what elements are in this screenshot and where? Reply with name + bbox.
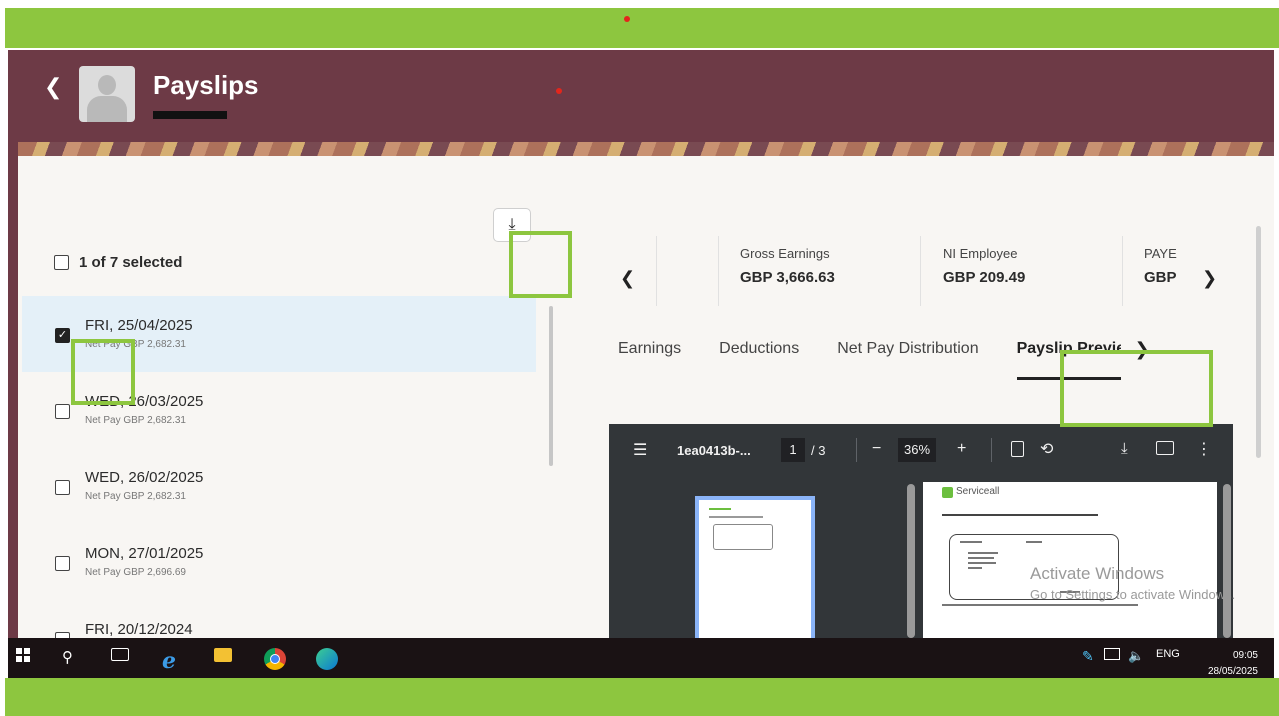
- page-title: Payslips: [153, 70, 259, 100]
- clock-date: 28/05/2025: [1207, 666, 1258, 677]
- row-checkbox[interactable]: [55, 404, 70, 419]
- thumbnail-scrollbar[interactable]: [907, 484, 915, 638]
- windows-start-icon[interactable]: [16, 648, 30, 662]
- summary-value: GBP 209.49: [943, 269, 1026, 286]
- payslip-row[interactable]: FRI, 20/12/2024: [22, 600, 536, 638]
- pdf-toolbar: ☰ 1ea0413b-... 1 / 3 − 36% + ⟲ ⤓ ⋮: [609, 424, 1233, 480]
- pdf-viewer: ☰ 1ea0413b-... 1 / 3 − 36% + ⟲ ⤓ ⋮ Servi…: [609, 424, 1233, 638]
- page-thumbnail[interactable]: [695, 496, 815, 638]
- pdf-page: Serviceall: [923, 482, 1217, 638]
- document-scrollbar[interactable]: [1223, 484, 1231, 638]
- row-checkbox[interactable]: [55, 556, 70, 571]
- summary-paye: PAYE GBP: [1144, 246, 1177, 286]
- edge-icon[interactable]: [316, 648, 338, 670]
- payslip-date: FRI, 25/04/2025: [85, 317, 193, 334]
- summary-ni-employee: NI Employee GBP 209.49: [943, 246, 1025, 286]
- pdf-thumbnail-pane: 1: [609, 480, 901, 638]
- fit-page-icon[interactable]: [1011, 441, 1024, 457]
- divider: [718, 236, 719, 306]
- rotate-icon[interactable]: ⟲: [1040, 439, 1053, 459]
- chevron-left-icon[interactable]: ❮: [620, 268, 635, 289]
- watermark-subtitle: Go to Settings to activate Windows.: [1030, 587, 1236, 602]
- payslip-row[interactable]: MON, 27/01/2025 Net Pay GBP 2,696.69: [22, 524, 536, 600]
- menu-icon[interactable]: ☰: [633, 440, 647, 460]
- file-explorer-icon[interactable]: [214, 648, 232, 662]
- tab-earnings[interactable]: Earnings: [618, 332, 681, 380]
- payslip-net-pay: Net Pay GBP 2,696.69: [85, 567, 186, 578]
- divider: [656, 236, 657, 306]
- detail-scrollbar[interactable]: [1256, 226, 1261, 458]
- zoom-out-icon[interactable]: −: [872, 440, 881, 458]
- summary-label: PAYE: [1144, 246, 1177, 261]
- selection-count: 1 of 7 selected: [79, 254, 183, 271]
- network-icon[interactable]: [1104, 648, 1120, 660]
- payslip-date: FRI, 20/12/2024: [85, 621, 193, 638]
- print-icon[interactable]: [1156, 441, 1174, 455]
- download-icon[interactable]: ⤓: [1121, 440, 1128, 457]
- divider: [1122, 236, 1123, 306]
- red-marker-header: [556, 88, 562, 94]
- tab-deductions[interactable]: Deductions: [719, 332, 799, 380]
- row-checkbox[interactable]: ✓: [55, 328, 70, 343]
- zoom-in-icon[interactable]: +: [957, 440, 966, 458]
- highlight-box-checkbox: [71, 339, 135, 405]
- pen-icon[interactable]: ✎: [1082, 648, 1094, 665]
- summary-value: GBP: [1144, 269, 1177, 286]
- pdf-filename: 1ea0413b-...: [677, 443, 751, 458]
- company-logo-text: Serviceall: [956, 486, 1000, 497]
- payslip-net-pay: Net Pay GBP 2,682.31: [85, 415, 186, 426]
- row-checkbox[interactable]: [55, 480, 70, 495]
- chevron-right-icon[interactable]: ❯: [1202, 268, 1217, 289]
- bottom-green-band: [5, 678, 1279, 716]
- zoom-level-input[interactable]: 36%: [898, 438, 936, 462]
- select-all-row[interactable]: 1 of 7 selected: [54, 254, 182, 271]
- chrome-icon[interactable]: [264, 648, 286, 670]
- summary-label: NI Employee: [943, 246, 1018, 261]
- more-options-icon[interactable]: ⋮: [1196, 439, 1212, 459]
- highlight-box-download: [509, 231, 572, 298]
- toolbar-divider: [991, 438, 992, 462]
- summary-value: GBP 3,666.63: [740, 269, 835, 286]
- summary-gross-earnings: Gross Earnings GBP 3,666.63: [740, 246, 835, 286]
- back-chevron-icon[interactable]: ❮: [44, 74, 62, 100]
- payslip-net-pay: Net Pay GBP 2,682.31: [85, 491, 186, 502]
- page-total: / 3: [811, 443, 826, 458]
- search-icon[interactable]: ⚲: [62, 648, 73, 666]
- payslip-date: WED, 26/02/2025: [85, 469, 204, 486]
- highlight-box-pdf-tools: [1060, 350, 1213, 427]
- payslip-date: MON, 27/01/2025: [85, 545, 204, 562]
- system-clock[interactable]: 09:05 28/05/2025: [1192, 648, 1258, 680]
- watermark-title: Activate Windows: [1030, 564, 1165, 583]
- activate-windows-watermark: Activate Windows Go to Settings to activ…: [1030, 564, 1235, 602]
- page-number-input[interactable]: 1: [781, 438, 805, 462]
- user-name-redacted: [153, 111, 227, 119]
- tab-net-pay-distribution[interactable]: Net Pay Distribution: [837, 332, 978, 380]
- task-view-icon[interactable]: [111, 648, 129, 661]
- toolbar-divider: [856, 438, 857, 462]
- app-window: ❮ Payslips ⤓ 1 of 7 selected ✓ FRI, 25/0…: [8, 50, 1274, 638]
- avatar: [79, 66, 135, 122]
- volume-icon[interactable]: 🔈: [1128, 648, 1144, 664]
- input-language[interactable]: ENG: [1156, 648, 1180, 660]
- top-green-band: [5, 8, 1279, 48]
- summary-label: Gross Earnings: [740, 246, 830, 261]
- divider: [920, 236, 921, 306]
- company-logo-icon: [942, 487, 953, 498]
- select-all-checkbox[interactable]: [54, 255, 69, 270]
- windows-taskbar: ⚲ e ✎ 🔈 ENG 09:05 28/05/2025: [8, 638, 1274, 678]
- payslip-row[interactable]: WED, 26/02/2025 Net Pay GBP 2,682.31: [22, 448, 536, 524]
- header-banner-art: [18, 142, 1274, 156]
- list-scrollbar[interactable]: [549, 306, 553, 466]
- red-marker: [624, 16, 630, 22]
- clock-time: 09:05: [1232, 650, 1258, 661]
- internet-explorer-icon[interactable]: e: [162, 648, 176, 674]
